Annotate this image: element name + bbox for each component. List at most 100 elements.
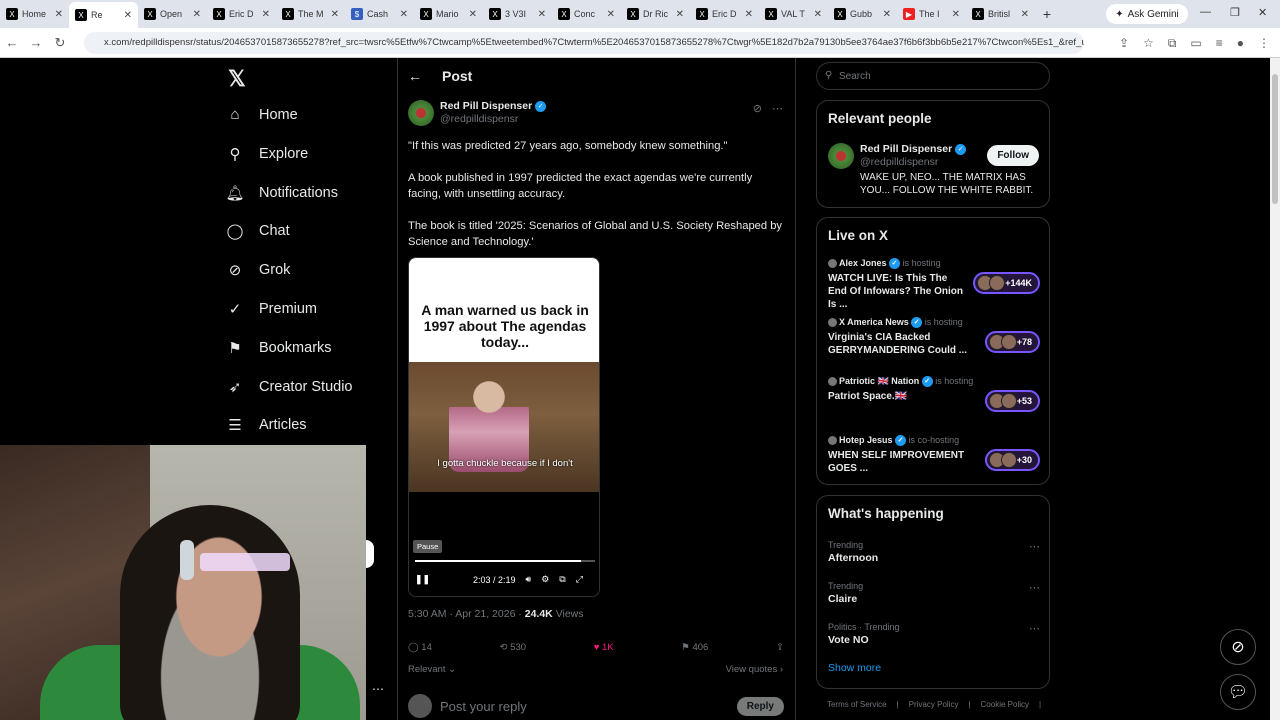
- messages-fab-icon[interactable]: 💬︎: [1220, 674, 1256, 710]
- close-tab-icon[interactable]: ✕: [883, 9, 891, 20]
- extensions-icon[interactable]: ⧉: [1168, 36, 1177, 51]
- scrollbar-thumb[interactable]: [1272, 74, 1278, 204]
- browser-tab[interactable]: ▶ The I ✕: [897, 2, 966, 26]
- nav-item-bookmarks[interactable]: ⚑ Bookmarks: [224, 339, 331, 357]
- avatar[interactable]: [828, 143, 854, 169]
- trend-item[interactable]: Trending Afternoon ⋯: [828, 540, 1040, 564]
- reply-submit-button[interactable]: Reply: [736, 696, 784, 716]
- nav-item-grok[interactable]: ⊘ Grok: [224, 261, 291, 279]
- footer-link[interactable]: Privacy Policy: [909, 700, 959, 709]
- browser-tab[interactable]: X VAL T ✕: [759, 2, 828, 26]
- close-tab-icon[interactable]: ✕: [55, 9, 63, 20]
- close-tab-icon[interactable]: ✕: [814, 9, 822, 20]
- new-tab-button[interactable]: +: [1035, 6, 1059, 22]
- pause-icon[interactable]: ❚❚: [415, 574, 430, 585]
- trend-more-icon[interactable]: ⋯: [1029, 581, 1040, 594]
- live-space-item[interactable]: Patriotic 🇬🇧 Nation ✓ is hosting Patriot …: [828, 376, 1040, 412]
- pip-icon[interactable]: ⧉: [559, 574, 565, 585]
- nav-item-creator-studio[interactable]: ➶ Creator Studio: [224, 378, 353, 396]
- post-author[interactable]: Red Pill Dispenser ✓ @redpilldispensr: [408, 100, 547, 126]
- nav-item-explore[interactable]: ⚲ Explore: [224, 145, 309, 163]
- repost-button[interactable]: ⟲ 530: [500, 642, 526, 653]
- search-input[interactable]: ⚲ Search: [816, 62, 1050, 90]
- trend-item[interactable]: Politics · Trending Vote NO ⋯: [828, 622, 1040, 646]
- close-tab-icon[interactable]: ✕: [1021, 9, 1029, 20]
- reply-input[interactable]: Post your reply: [440, 699, 729, 714]
- star-icon[interactable]: ☆: [1143, 36, 1154, 51]
- fullscreen-icon[interactable]: ⤢: [576, 574, 583, 585]
- forward-icon[interactable]: →: [24, 35, 48, 50]
- grok-icon[interactable]: ⊘: [753, 102, 762, 115]
- author-name[interactable]: Red Pill Dispenser: [440, 100, 532, 112]
- browser-tab[interactable]: X Eric D ✕: [690, 2, 759, 26]
- back-icon[interactable]: ←: [0, 35, 24, 50]
- view-quotes-link[interactable]: View quotes ›: [726, 664, 783, 675]
- video-player[interactable]: A man warned us back in 1997 about The a…: [408, 257, 600, 597]
- close-tab-icon[interactable]: ✕: [676, 9, 684, 20]
- close-tab-icon[interactable]: ✕: [607, 9, 615, 20]
- nav-item-home[interactable]: ⌂ Home: [224, 106, 297, 123]
- reload-icon[interactable]: ↻: [48, 35, 72, 51]
- live-space-item[interactable]: Hotep Jesus ✓ is co-hosting WHEN SELF IMP…: [828, 435, 1040, 475]
- browser-tab[interactable]: X The M ✕: [276, 2, 345, 26]
- ask-gemini-button[interactable]: ✦ Ask Gemini: [1106, 4, 1188, 24]
- page-scrollbar[interactable]: [1270, 58, 1280, 720]
- close-tab-icon[interactable]: ✕: [538, 9, 546, 20]
- trend-item[interactable]: Trending Claire ⋯: [828, 581, 1040, 605]
- browser-tab[interactable]: X Open ✕: [138, 2, 207, 26]
- close-tab-icon[interactable]: ✕: [124, 10, 132, 21]
- maximize-icon[interactable]: ❐: [1230, 6, 1240, 19]
- browser-tab[interactable]: X Mario ✕: [414, 2, 483, 26]
- show-more-link[interactable]: Show more: [828, 662, 881, 674]
- install-icon[interactable]: ⇪: [1119, 36, 1129, 51]
- video-progress-bar[interactable]: [415, 560, 595, 562]
- close-tab-icon[interactable]: ✕: [745, 9, 753, 20]
- settings-icon[interactable]: ⚙: [541, 574, 549, 585]
- follow-button[interactable]: Follow: [987, 145, 1039, 166]
- x-logo-icon[interactable]: 𝕏: [228, 66, 246, 92]
- volume-icon[interactable]: 🔊︎: [526, 574, 532, 585]
- close-tab-icon[interactable]: ✕: [193, 9, 201, 20]
- media-icon[interactable]: ≡: [1216, 36, 1223, 51]
- nav-item-chat[interactable]: ◯ Chat: [224, 222, 290, 240]
- trend-more-icon[interactable]: ⋯: [1029, 622, 1040, 635]
- url-field[interactable]: x.com/redpilldispensr/status/20465370158…: [84, 32, 1084, 54]
- close-tab-icon[interactable]: ✕: [952, 9, 960, 20]
- like-button[interactable]: ♥ 1K: [594, 642, 614, 653]
- menu-icon[interactable]: ⋮: [1258, 36, 1270, 51]
- browser-tab[interactable]: $ Cash ✕: [345, 2, 414, 26]
- browser-tab[interactable]: X Dr Ric ✕: [621, 2, 690, 26]
- browser-tab[interactable]: X Eric D ✕: [207, 2, 276, 26]
- close-tab-icon[interactable]: ✕: [469, 9, 477, 20]
- browser-tab[interactable]: X 3 V3I ✕: [483, 2, 552, 26]
- relevant-person[interactable]: Red Pill Dispenser ✓ @redpilldispensr WA…: [828, 143, 1033, 196]
- close-tab-icon[interactable]: ✕: [400, 9, 408, 20]
- close-tab-icon[interactable]: ✕: [262, 9, 270, 20]
- close-window-icon[interactable]: ✕: [1258, 6, 1267, 19]
- live-space-item[interactable]: Alex Jones ✓ is hosting WATCH LIVE: Is Th…: [828, 258, 1040, 311]
- nav-item-articles[interactable]: ☰ Articles: [224, 416, 306, 434]
- sidepanel-icon[interactable]: ▭: [1190, 36, 1201, 51]
- live-space-item[interactable]: X America News ✓ is hosting Virginia's CI…: [828, 317, 1040, 357]
- nav-item-notifications[interactable]: 🔔︎ Notifications: [224, 184, 338, 202]
- browser-tab[interactable]: X Conc ✕: [552, 2, 621, 26]
- footer-link[interactable]: Cookie Policy: [981, 700, 1029, 709]
- profile-icon[interactable]: ●: [1237, 36, 1244, 51]
- share-icon[interactable]: ⇪: [776, 642, 784, 653]
- close-tab-icon[interactable]: ✕: [331, 9, 339, 20]
- nav-item-premium[interactable]: ✓ Premium: [224, 300, 317, 318]
- trend-more-icon[interactable]: ⋯: [1029, 540, 1040, 553]
- post-timestamp[interactable]: 5:30 AM · Apr 21, 2026 ·: [408, 608, 525, 620]
- more-options-icon[interactable]: ⋯: [372, 682, 384, 696]
- browser-tab[interactable]: X Re ✕: [69, 2, 138, 28]
- relevant-sort[interactable]: Relevant ⌄: [408, 664, 456, 675]
- bookmark-button[interactable]: ⚑ 406: [681, 642, 708, 653]
- grok-fab-icon[interactable]: ⊘: [1220, 629, 1256, 665]
- person-handle[interactable]: @redpilldispensr: [860, 156, 980, 169]
- back-arrow-icon[interactable]: ←: [408, 68, 422, 84]
- browser-tab[interactable]: X Gubb ✕: [828, 2, 897, 26]
- person-name[interactable]: Red Pill Dispenser: [860, 143, 952, 155]
- reply-button[interactable]: ◯ 14: [408, 642, 432, 653]
- avatar[interactable]: [408, 100, 434, 126]
- minimize-icon[interactable]: —: [1200, 6, 1211, 18]
